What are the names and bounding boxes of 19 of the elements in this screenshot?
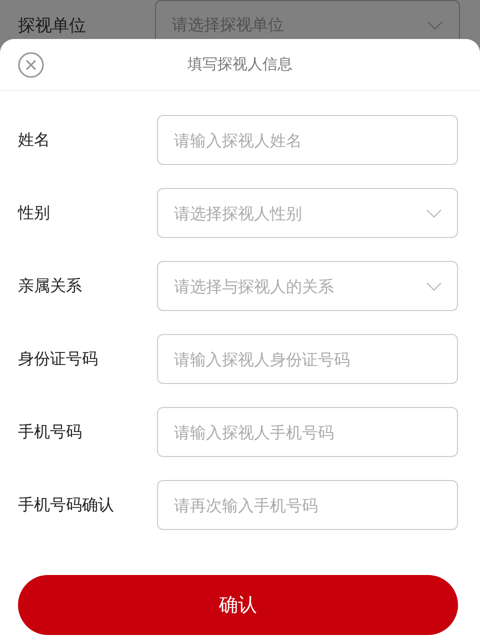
field-label: 身份证号码	[18, 348, 99, 370]
input-field[interactable]: 请输入探视人身份证号码	[157, 334, 458, 384]
field-label: 姓名	[18, 130, 51, 150]
select-field[interactable]: 请选择与探视人的关系	[157, 261, 458, 311]
field-label: 探视单位	[18, 14, 87, 36]
dialog-title: 填写探视人信息	[188, 55, 292, 74]
confirm-button[interactable]: 确认	[18, 575, 458, 635]
field-label: 性别	[18, 202, 51, 224]
input-field[interactable]: 请输入探视人姓名	[157, 115, 458, 165]
input-field[interactable]: 请输入探视人手机号码	[157, 407, 458, 457]
chevron-down-icon	[427, 20, 443, 30]
chevron-down-icon	[426, 209, 442, 218]
select-field[interactable]: 请选择探视人性别	[157, 188, 458, 238]
field-label: 手机号码	[18, 422, 83, 442]
chevron-down-icon	[426, 282, 442, 291]
field-label: 亲属关系	[18, 276, 83, 296]
input-field[interactable]: 请再次输入手机号码	[157, 480, 458, 530]
field-label: 手机号码确认	[18, 494, 115, 516]
close-icon[interactable]	[18, 52, 44, 78]
